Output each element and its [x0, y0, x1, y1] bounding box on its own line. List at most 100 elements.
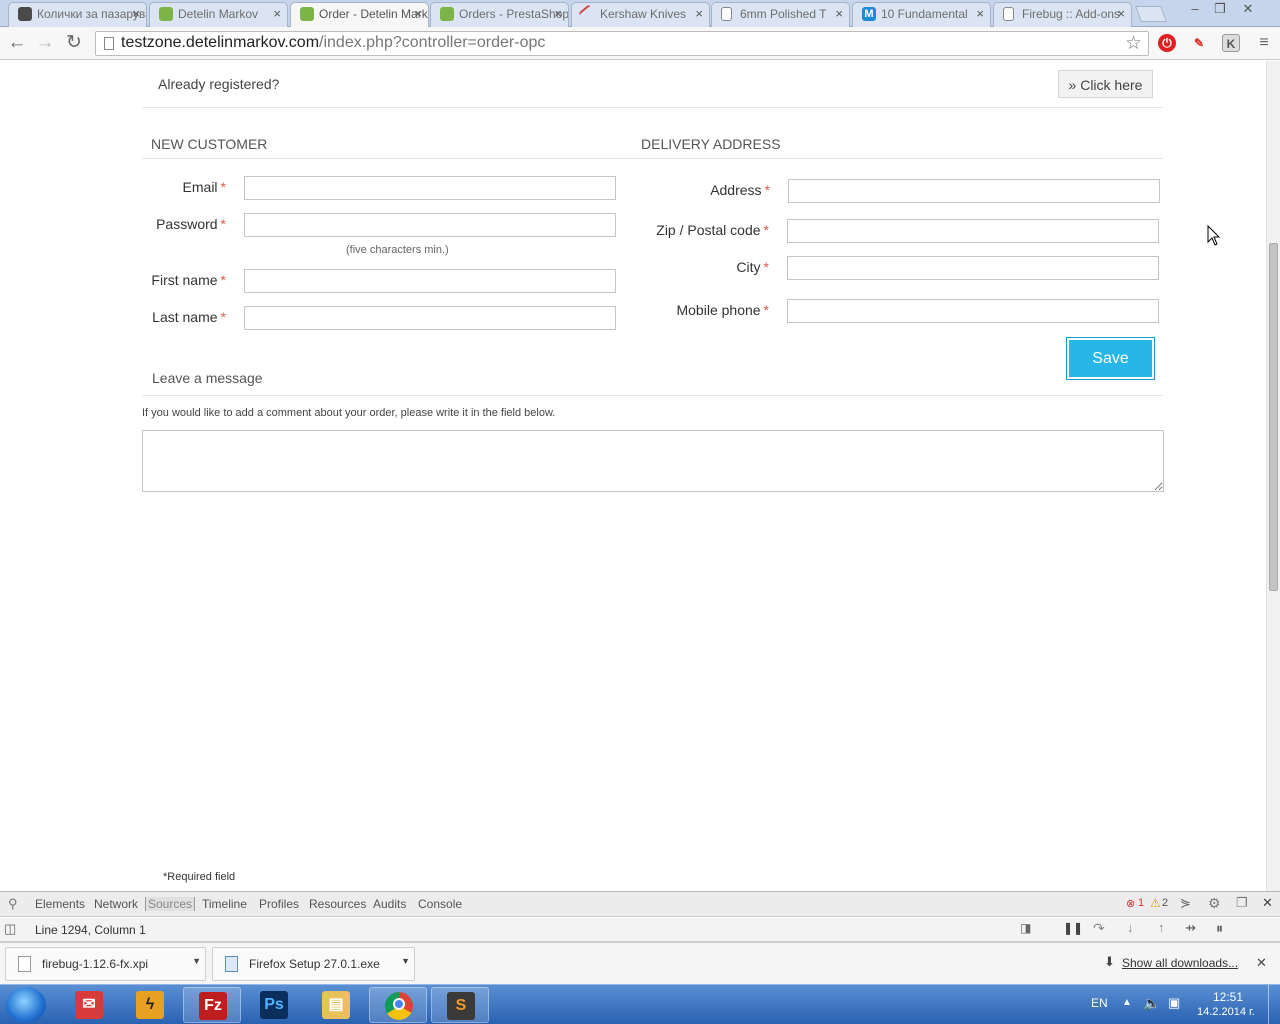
- city-field[interactable]: [787, 256, 1159, 280]
- forward-arrow-icon[interactable]: →: [34, 32, 56, 54]
- clock-time[interactable]: 12:51: [1213, 990, 1243, 1004]
- error-icon[interactable]: ⊗: [1126, 897, 1135, 910]
- taskbar-winamp[interactable]: ϟ: [121, 987, 179, 1023]
- password-field[interactable]: [244, 213, 616, 237]
- new-tab-button[interactable]: [1135, 6, 1167, 22]
- browser-tab-5[interactable]: Kershaw Knives ×: [571, 2, 710, 27]
- extension-icon[interactable]: ✎: [1190, 34, 1208, 52]
- restore-icon[interactable]: ❐: [1208, 1, 1232, 17]
- browser-toolbar: ← → ↻ testzone.detelinmarkov.com/index.p…: [0, 27, 1280, 60]
- chevron-down-icon[interactable]: ▼: [401, 956, 410, 966]
- close-tab-icon[interactable]: ×: [132, 6, 140, 21]
- reload-icon[interactable]: ↻: [63, 32, 85, 54]
- step-into-icon[interactable]: ↓: [1127, 920, 1134, 935]
- warning-icon[interactable]: ⚠: [1150, 896, 1161, 910]
- address-label: Address *: [710, 182, 770, 198]
- browser-tab-8[interactable]: Firebug :: Add-ons ×: [993, 2, 1132, 27]
- toggle-sidebar-icon[interactable]: ◫: [4, 921, 16, 937]
- back-arrow-icon[interactable]: ←: [6, 32, 28, 54]
- dock-icon[interactable]: ❐: [1236, 895, 1248, 911]
- taskbar-chrome[interactable]: [369, 987, 427, 1023]
- minimize-icon[interactable]: –: [1183, 1, 1207, 17]
- close-tab-icon[interactable]: ×: [976, 6, 984, 21]
- start-button[interactable]: [6, 987, 46, 1023]
- browser-tab-7[interactable]: M 10 Fundamental ×: [852, 2, 991, 27]
- step-out-icon[interactable]: ↑: [1158, 920, 1165, 935]
- browser-tab-3-active[interactable]: Order - Detelin Markov ×: [290, 2, 429, 27]
- last-name-field[interactable]: [244, 306, 616, 330]
- tab-console[interactable]: Console: [418, 897, 462, 911]
- divider: [142, 158, 1163, 159]
- show-desktop-button[interactable]: [1268, 985, 1280, 1024]
- chevron-down-icon[interactable]: ▼: [192, 956, 201, 966]
- browser-tab-6[interactable]: 6mm Polished T ×: [711, 2, 850, 27]
- download-item-1[interactable]: firebug-1.12.6-fx.xpi ▼: [5, 947, 206, 981]
- folder-icon: ▤: [322, 991, 350, 1019]
- mail-icon: ✉: [75, 991, 103, 1019]
- deactivate-breakpoints-icon[interactable]: ⇸: [1185, 920, 1196, 936]
- clock-date[interactable]: 14.2.2014 г.: [1197, 1006, 1255, 1018]
- message-textarea[interactable]: [142, 430, 1164, 492]
- warning-count: 2: [1162, 897, 1169, 909]
- pause-icon[interactable]: ❚❚: [1063, 921, 1083, 935]
- taskbar-mail[interactable]: ✉: [60, 987, 118, 1023]
- tab-timeline[interactable]: Timeline: [202, 897, 247, 911]
- k-extension-icon[interactable]: K: [1222, 34, 1240, 52]
- save-button[interactable]: Save: [1066, 337, 1155, 380]
- show-hidden-icons-icon[interactable]: ▲: [1122, 997, 1132, 1008]
- gear-icon[interactable]: ⚙: [1208, 895, 1221, 912]
- address-bar[interactable]: testzone.detelinmarkov.com/index.php?con…: [95, 31, 1149, 56]
- step-over-icon[interactable]: ↷: [1093, 920, 1105, 937]
- taskbar-filezilla[interactable]: Fz: [183, 987, 241, 1023]
- browser-tab-2[interactable]: Detelin Markov ×: [149, 2, 288, 27]
- city-label: City *: [736, 259, 769, 275]
- tab-network[interactable]: Network: [94, 897, 138, 911]
- language-indicator[interactable]: EN: [1091, 996, 1108, 1010]
- address-field[interactable]: [788, 179, 1160, 203]
- show-all-downloads-link[interactable]: Show all downloads...: [1122, 956, 1238, 970]
- tab-profiles[interactable]: Profiles: [259, 897, 299, 911]
- bookmark-star-icon[interactable]: ☆: [1125, 32, 1142, 55]
- tab-audits[interactable]: Audits: [373, 897, 406, 911]
- network-icon[interactable]: ▣: [1168, 995, 1180, 1011]
- close-tab-icon[interactable]: ×: [554, 6, 562, 21]
- close-tab-icon[interactable]: ×: [1117, 6, 1125, 21]
- password-hint: (five characters min.): [346, 244, 449, 256]
- close-tab-icon[interactable]: ×: [695, 6, 703, 21]
- tab-sources[interactable]: Sources: [145, 897, 196, 911]
- taskbar-sublime[interactable]: S: [431, 987, 489, 1023]
- debugger-sidebar-icon[interactable]: ◨: [1020, 921, 1031, 935]
- mobile-phone-field[interactable]: [787, 299, 1159, 323]
- page-scrollbar[interactable]: [1266, 61, 1280, 891]
- drawer-icon[interactable]: ⋟: [1180, 895, 1191, 911]
- windows-taskbar: ✉ ϟ Fz Ps ▤ S EN ▲ 🔈 ▣ 12:51 14.2.2014 г…: [0, 984, 1280, 1024]
- search-icon[interactable]: ⚲: [8, 896, 18, 912]
- download-item-2[interactable]: Firefox Setup 27.0.1.exe ▼: [212, 947, 415, 981]
- devtools-statusbar: ◫ Line 1294, Column 1 ◨ ❚❚ ↷ ↓ ↑ ⇸ ⏸: [0, 918, 1280, 942]
- tab-resources[interactable]: Resources: [309, 897, 366, 911]
- close-tab-icon[interactable]: ×: [414, 6, 422, 21]
- browser-tab-1[interactable]: Колички за пазаруване ×: [8, 2, 147, 27]
- adblock-extension-icon[interactable]: ⏻: [1158, 34, 1176, 52]
- zip-field[interactable]: [787, 219, 1159, 243]
- first-name-field[interactable]: [244, 269, 616, 293]
- menu-icon[interactable]: ≡: [1255, 34, 1273, 52]
- close-tab-icon[interactable]: ×: [273, 6, 281, 21]
- close-download-bar-icon[interactable]: ✕: [1256, 955, 1267, 971]
- pause-on-exceptions-icon[interactable]: ⏸: [1216, 920, 1223, 937]
- close-devtools-icon[interactable]: ✕: [1262, 895, 1273, 911]
- close-window-icon[interactable]: ✕: [1236, 1, 1260, 17]
- browser-tab-4[interactable]: Orders - PrestaShop ×: [430, 2, 569, 27]
- volume-icon[interactable]: 🔈: [1143, 995, 1160, 1012]
- already-registered-text: Already registered?: [158, 76, 280, 92]
- download-filename: Firefox Setup 27.0.1.exe: [249, 957, 380, 971]
- email-field[interactable]: [244, 176, 616, 200]
- scrollbar-thumb[interactable]: [1269, 243, 1278, 591]
- tab-elements[interactable]: Elements: [35, 897, 85, 911]
- m-logo-icon: M: [862, 7, 876, 21]
- taskbar-explorer[interactable]: ▤: [307, 987, 365, 1023]
- close-tab-icon[interactable]: ×: [835, 6, 843, 21]
- taskbar-photoshop[interactable]: Ps: [245, 987, 303, 1023]
- sublime-icon: S: [447, 992, 475, 1020]
- click-here-button[interactable]: » Click here: [1058, 70, 1153, 98]
